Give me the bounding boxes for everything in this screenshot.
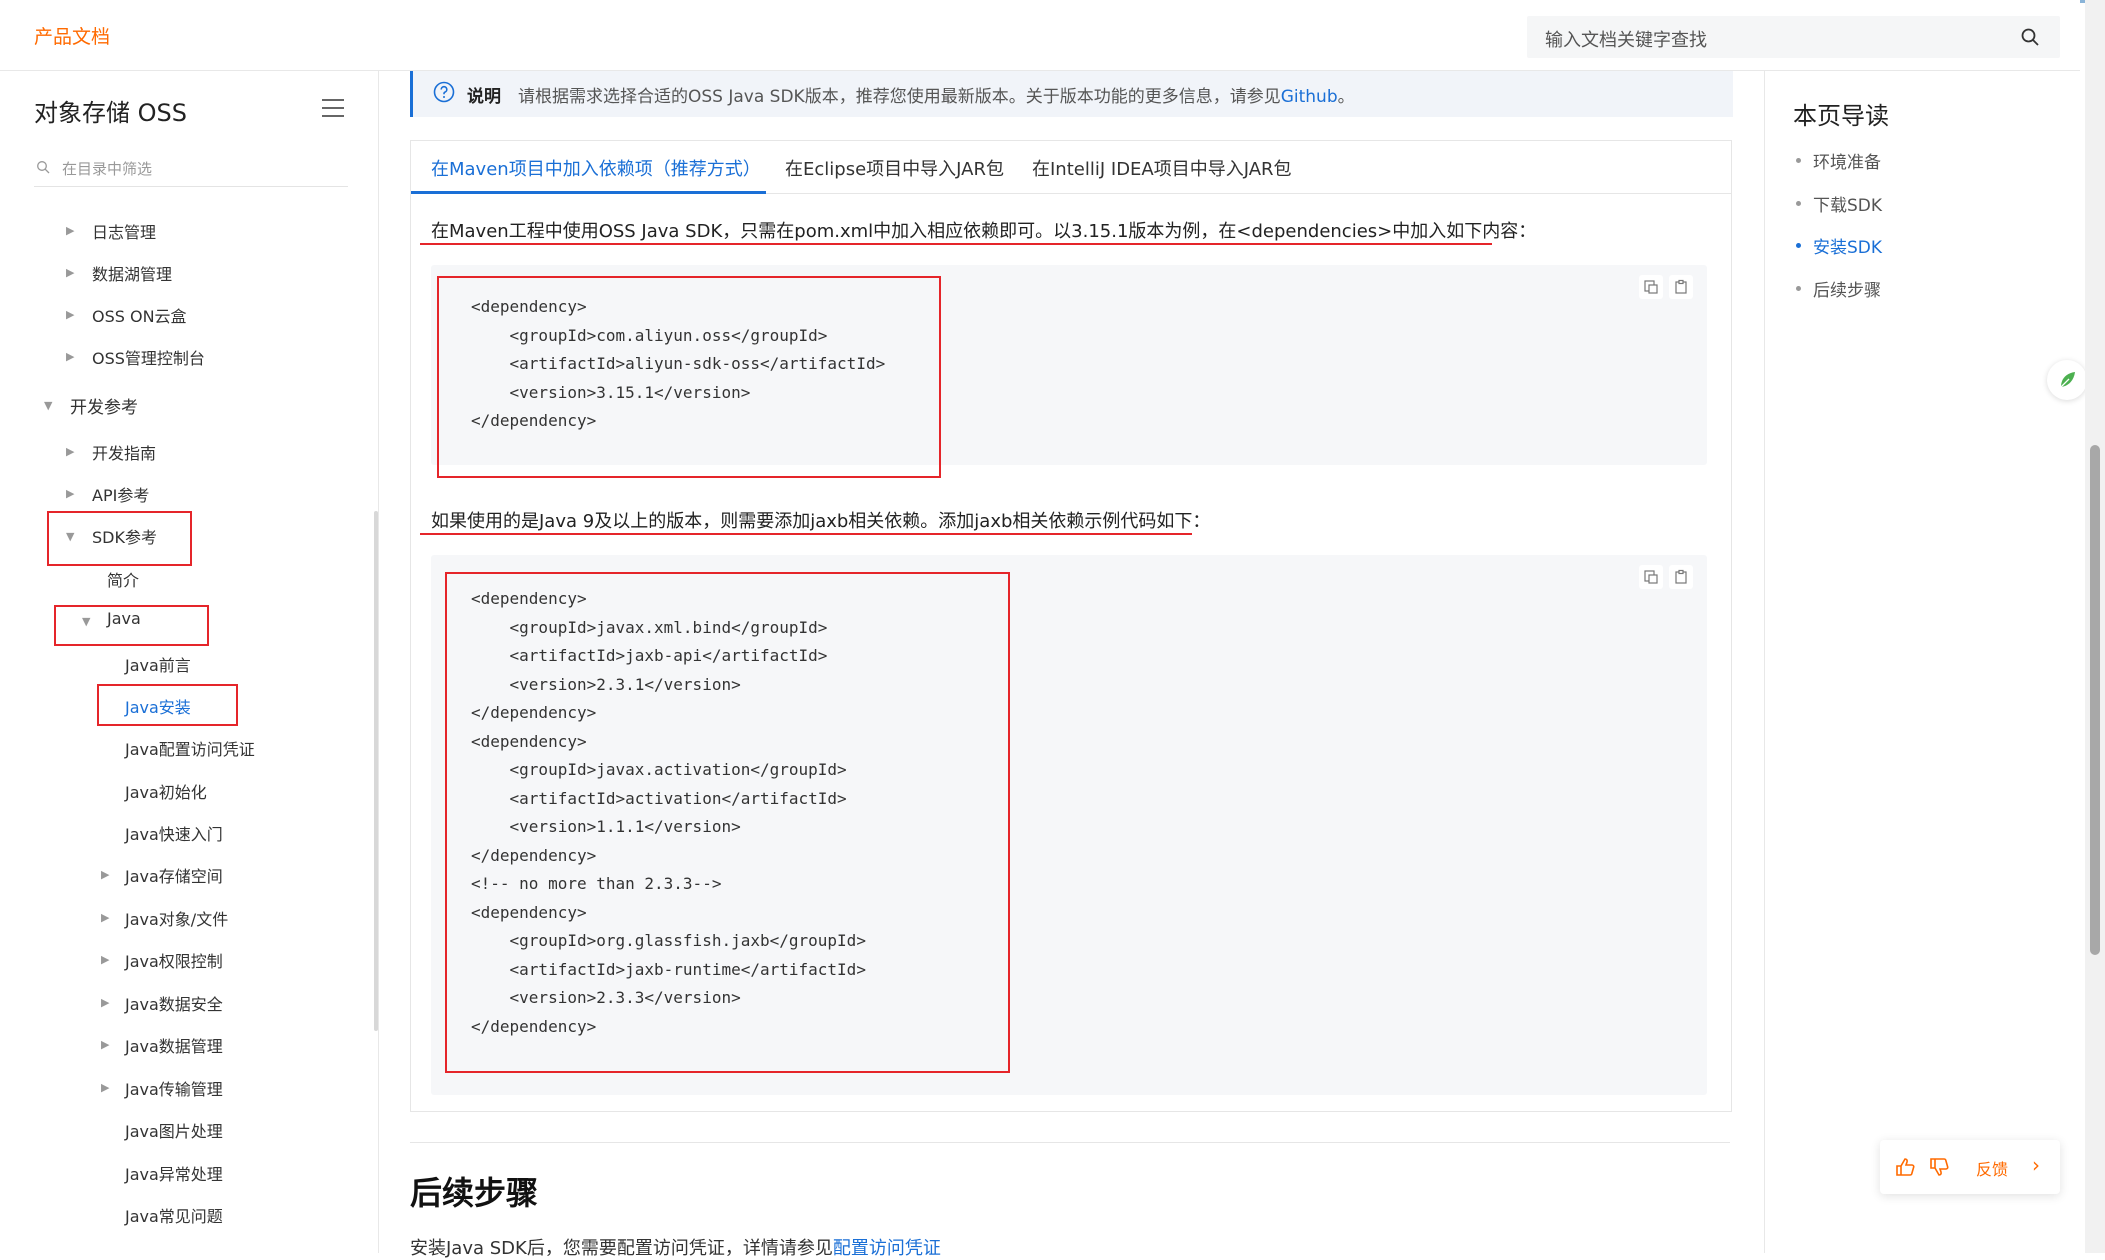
copy-all-button[interactable] bbox=[1669, 275, 1693, 299]
chevron-right-icon: ▶ bbox=[101, 996, 110, 1009]
next-steps-text: 安装Java SDK后，您需要配置访问凭证，详情请参见配置访问凭证 bbox=[410, 1238, 941, 1259]
tab-bar: 在Maven项目中加入依赖项（推荐方式） 在Eclipse项目中导入JAR包 在… bbox=[411, 141, 1731, 194]
brand-link[interactable]: 产品文档 bbox=[34, 22, 110, 49]
annotation-underline-para2 bbox=[420, 533, 1192, 535]
annotation-box-code2 bbox=[445, 572, 1010, 1073]
clipboard-icon bbox=[1675, 279, 1687, 294]
annotation-box-java-install bbox=[97, 684, 238, 726]
chevron-right-icon: ▶ bbox=[66, 487, 75, 500]
search-icon[interactable] bbox=[2020, 27, 2040, 47]
toc-divider bbox=[1764, 71, 1765, 1253]
annotation-underline-para1 bbox=[420, 243, 1492, 245]
nav-item-java-faq[interactable]: Java常见问题 bbox=[125, 1203, 223, 1227]
notice-text: 请根据需求选择合适的OSS Java SDK版本，推荐您使用最新版本。关于版本功… bbox=[518, 87, 1355, 107]
catalog-filter-input[interactable]: 在目录中筛选 bbox=[34, 156, 348, 187]
nav-item-log-management[interactable]: 日志管理 bbox=[92, 219, 156, 243]
annotation-box-code1 bbox=[437, 276, 941, 478]
menu-icon[interactable] bbox=[322, 99, 344, 117]
nav-item-java-data-management[interactable]: Java数据管理 bbox=[125, 1033, 223, 1057]
chevron-right-icon: ▶ bbox=[101, 911, 110, 924]
chevron-right-icon[interactable]: › bbox=[2032, 1153, 2040, 1177]
filter-placeholder: 在目录中筛选 bbox=[62, 160, 153, 178]
java9-instruction-text: 如果使用的是Java 9及以上的版本，则需要添加jaxb相关依赖。添加jaxb相… bbox=[431, 511, 1211, 532]
nav-item-api-reference[interactable]: API参考 bbox=[92, 482, 149, 506]
nav-item-oss-console[interactable]: OSS管理控制台 bbox=[92, 345, 205, 369]
nav-item-intro[interactable]: 简介 bbox=[107, 567, 139, 591]
copy-icon bbox=[1644, 280, 1658, 294]
copy-all-button[interactable] bbox=[1669, 565, 1693, 589]
doc-sidebar: 对象存储 OSS 在目录中筛选 ▶ 日志管理 ▶ 数据湖管理 ▶ OSS ON云… bbox=[0, 71, 379, 1253]
toc-item-env[interactable]: 环境准备 bbox=[1813, 148, 1881, 173]
active-tab-indicator bbox=[411, 191, 766, 194]
chevron-right-icon: ▶ bbox=[66, 266, 75, 279]
chevron-down-icon: ▼ bbox=[44, 399, 53, 412]
credentials-link[interactable]: 配置访问凭证 bbox=[833, 1238, 941, 1259]
nav-item-dev-guide[interactable]: 开发指南 bbox=[92, 440, 156, 464]
nav-item-java-quickstart[interactable]: Java快速入门 bbox=[125, 821, 223, 845]
nav-item-java-preface[interactable]: Java前言 bbox=[125, 652, 191, 676]
nav-item-java-acl[interactable]: Java权限控制 bbox=[125, 948, 223, 972]
toc-item-download[interactable]: 下载SDK bbox=[1813, 191, 1882, 216]
search-placeholder: 输入文档关键字查找 bbox=[1545, 30, 1707, 51]
nav-item-data-lake[interactable]: 数据湖管理 bbox=[92, 261, 172, 285]
product-title: 对象存储 OSS bbox=[34, 99, 187, 127]
search-icon bbox=[37, 161, 50, 174]
toc-bullet bbox=[1796, 286, 1801, 291]
tab-intellij[interactable]: 在IntelliJ IDEA项目中导入JAR包 bbox=[1032, 155, 1292, 181]
sidebar-scrollbar[interactable] bbox=[374, 511, 378, 1031]
thumbs-down-icon[interactable] bbox=[1928, 1156, 1950, 1178]
chevron-right-icon: ▶ bbox=[101, 1038, 110, 1051]
notice-banner: 说明 请根据需求选择合适的OSS Java SDK版本，推荐您使用最新版本。关于… bbox=[410, 71, 1733, 117]
tab-eclipse[interactable]: 在Eclipse项目中导入JAR包 bbox=[785, 155, 1004, 181]
nav-item-java-init[interactable]: Java初始化 bbox=[125, 779, 207, 803]
chevron-right-icon: ▶ bbox=[66, 224, 75, 237]
github-link[interactable]: Github bbox=[1281, 87, 1338, 107]
chevron-right-icon: ▶ bbox=[66, 350, 75, 363]
feedback-widget: 反馈 › bbox=[1880, 1140, 2060, 1194]
toc-bullet bbox=[1796, 201, 1801, 206]
chevron-right-icon: ▶ bbox=[66, 445, 75, 458]
copy-code-button[interactable] bbox=[1639, 275, 1663, 299]
section-title-next-steps: 后续步骤 bbox=[410, 1174, 539, 1212]
chevron-right-icon: ▶ bbox=[66, 308, 75, 321]
top-bar: 产品文档 输入文档关键字查找 bbox=[0, 0, 2080, 71]
assistant-float-button[interactable] bbox=[2047, 360, 2087, 400]
nav-item-java-credentials[interactable]: Java配置访问凭证 bbox=[125, 736, 255, 760]
toc-title: 本页导读 bbox=[1793, 102, 1889, 130]
toc-bullet bbox=[1796, 158, 1801, 163]
chevron-right-icon: ▶ bbox=[101, 953, 110, 966]
thumbs-up-icon[interactable] bbox=[1894, 1156, 1916, 1178]
toc-item-next[interactable]: 后续步骤 bbox=[1813, 276, 1881, 301]
clipboard-icon bbox=[1675, 569, 1687, 584]
leaf-icon bbox=[2060, 372, 2075, 388]
nav-item-java-exceptions[interactable]: Java异常处理 bbox=[125, 1161, 223, 1185]
copy-code-button[interactable] bbox=[1639, 565, 1663, 589]
notice-label: 说明 bbox=[467, 87, 501, 107]
question-circle-icon bbox=[433, 81, 455, 103]
section-divider bbox=[410, 1142, 1730, 1143]
page-scrollbar[interactable] bbox=[2085, 0, 2105, 1253]
nav-item-java-image[interactable]: Java图片处理 bbox=[125, 1118, 223, 1142]
copy-icon bbox=[1644, 570, 1658, 584]
nav-item-java-bucket[interactable]: Java存储空间 bbox=[125, 863, 223, 887]
nav-item-java-transfer[interactable]: Java传输管理 bbox=[125, 1076, 223, 1100]
chevron-right-icon: ▶ bbox=[101, 868, 110, 881]
nav-item-dev-reference[interactable]: 开发参考 bbox=[70, 393, 138, 418]
annotation-box-sdk-reference bbox=[47, 511, 192, 566]
maven-instruction-text: 在Maven工程中使用OSS Java SDK，只需在pom.xml中加入相应依… bbox=[431, 221, 1537, 242]
toc-bullet-active bbox=[1796, 243, 1801, 248]
page-scrollbar-thumb[interactable] bbox=[2090, 445, 2100, 955]
feedback-label[interactable]: 反馈 bbox=[1976, 1156, 2008, 1180]
tab-maven[interactable]: 在Maven项目中加入依赖项（推荐方式） bbox=[431, 155, 761, 181]
nav-item-oss-on-cloudbox[interactable]: OSS ON云盒 bbox=[92, 303, 187, 327]
chevron-right-icon: ▶ bbox=[101, 1081, 110, 1094]
toc-item-install[interactable]: 安装SDK bbox=[1813, 233, 1882, 258]
nav-item-java-security[interactable]: Java数据安全 bbox=[125, 991, 223, 1015]
doc-search-box[interactable]: 输入文档关键字查找 bbox=[1527, 16, 2060, 58]
nav-item-java-object[interactable]: Java对象/文件 bbox=[125, 906, 228, 930]
annotation-box-java bbox=[54, 605, 209, 646]
